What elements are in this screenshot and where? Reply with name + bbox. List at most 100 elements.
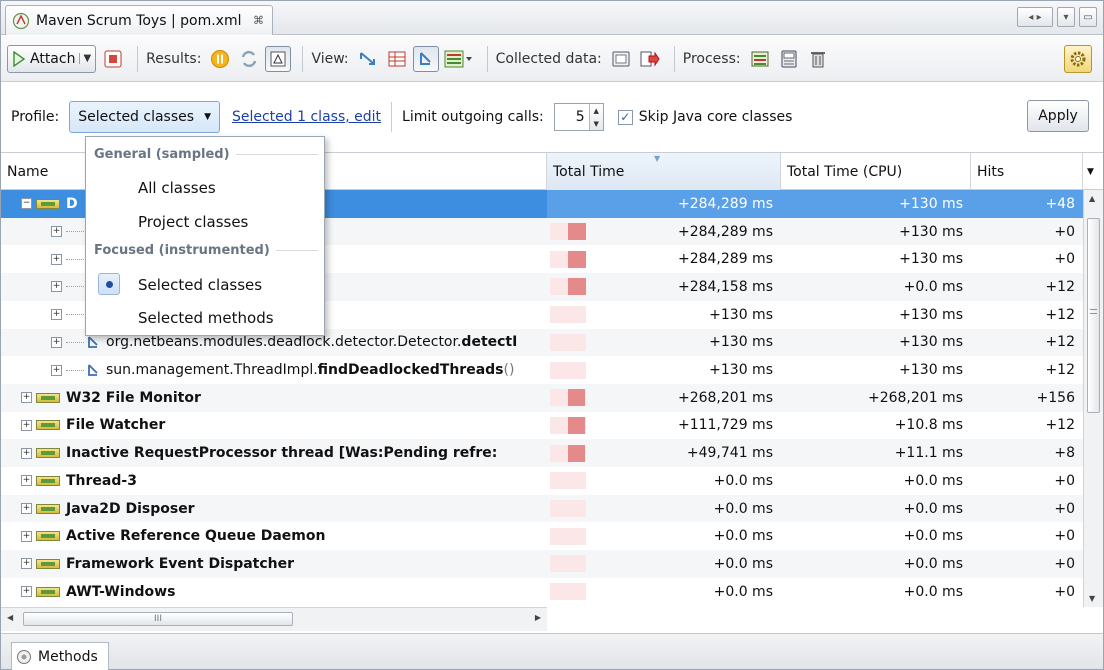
expand-icon[interactable]: + bbox=[51, 309, 62, 321]
hits-cell: +12 bbox=[1045, 278, 1075, 295]
apply-button[interactable]: Apply bbox=[1027, 100, 1089, 132]
tab-list-button[interactable]: ▾ bbox=[1057, 7, 1075, 27]
thread-icon bbox=[36, 420, 60, 431]
expand-icon[interactable]: + bbox=[51, 336, 62, 348]
maximize-button[interactable]: ▭ bbox=[1079, 7, 1097, 27]
delete-icon[interactable] bbox=[805, 46, 831, 72]
combined-icon[interactable] bbox=[412, 45, 439, 72]
total-time-cell: +0.0 ms bbox=[713, 472, 773, 489]
thread-row[interactable]: + AWT-Windows +0.0 ms +0.0 ms +0 bbox=[1, 578, 1083, 606]
thread-name: File Watcher bbox=[66, 417, 166, 434]
thread-row[interactable]: + Framework Event Dispatcher +0.0 ms +0.0 m… bbox=[1, 550, 1083, 578]
scroll-left-icon[interactable]: ◀ bbox=[7, 613, 13, 622]
expand-icon[interactable]: + bbox=[21, 419, 32, 431]
method-row[interactable]: + sun.management.ThreadImpl. findDeadlocke… bbox=[1, 356, 1083, 384]
limit-outgoing-spinner[interactable]: 5 ▲ ▼ bbox=[553, 103, 604, 131]
total-time-cell: +130 ms bbox=[709, 334, 773, 351]
profile-mode-combobox[interactable]: Selected classes ▼ bbox=[69, 101, 220, 133]
methods-tab-icon bbox=[17, 649, 31, 664]
skip-java-core-checkbox[interactable]: ✓ bbox=[617, 109, 633, 125]
column-header-hits[interactable]: Hits bbox=[971, 153, 1083, 190]
thread-row[interactable]: + Inactive RequestProcessor thread [Was:P… bbox=[1, 439, 1083, 467]
scroll-grip-mark: III bbox=[154, 614, 162, 624]
expand-icon[interactable]: + bbox=[21, 503, 32, 515]
collapse-icon[interactable]: − bbox=[21, 198, 32, 210]
edit-selection-link[interactable]: Selected 1 class, edit bbox=[232, 109, 381, 125]
spinner-down-icon[interactable]: ▼ bbox=[590, 117, 603, 130]
thread-row[interactable]: + Java2D Disposer +0.0 ms +0.0 ms +0 bbox=[1, 494, 1083, 523]
scroll-down-icon[interactable]: ▼ bbox=[1089, 594, 1095, 603]
expand-icon[interactable]: + bbox=[21, 530, 32, 542]
cpu-time-cell: +130 ms bbox=[899, 306, 963, 323]
column-chooser-icon[interactable]: ▼ bbox=[1083, 153, 1103, 190]
cpu-time-cell: +11.1 ms bbox=[894, 445, 963, 462]
limit-outgoing-label: Limit outgoing calls: bbox=[402, 109, 544, 125]
snapshot-icon[interactable] bbox=[265, 45, 292, 72]
spinner-arrows[interactable]: ▲ ▼ bbox=[588, 104, 603, 130]
expand-icon[interactable]: + bbox=[21, 558, 32, 570]
cpu-time-cell: +130 ms bbox=[899, 223, 963, 240]
expand-icon[interactable]: + bbox=[21, 586, 32, 598]
name-cell: + AWT-Windows bbox=[1, 578, 546, 606]
thread-row[interactable]: + Thread-3 +0.0 ms +0.0 ms +0 bbox=[1, 467, 1083, 495]
scroll-right-icon[interactable]: ▶ bbox=[535, 613, 541, 622]
attach-icon bbox=[13, 50, 26, 67]
thread-row[interactable]: + W32 File Monitor +268,201 ms +268,201 ms +… bbox=[1, 383, 1083, 412]
column-header-total-time[interactable]: ▼ Total Time bbox=[547, 153, 781, 190]
expand-icon[interactable]: + bbox=[21, 392, 32, 404]
hits-cell: +0 bbox=[1054, 583, 1075, 600]
expand-icon[interactable]: + bbox=[51, 281, 62, 293]
column-header-total-cpu[interactable]: Total Time (CPU) bbox=[781, 153, 971, 190]
name-cell: + Inactive RequestProcessor thread [Was:P… bbox=[1, 439, 546, 467]
bottom-tab-bar: Methods bbox=[1, 633, 1103, 670]
popup-group-general-label: General (sampled) bbox=[94, 147, 230, 162]
thread-icon bbox=[36, 503, 60, 514]
options-separator bbox=[391, 102, 393, 132]
cpu-time-cell: +0.0 ms bbox=[903, 472, 963, 489]
horizontal-scroll-thumb[interactable]: III bbox=[23, 612, 293, 626]
details-icon[interactable] bbox=[442, 46, 476, 72]
popup-item-project-classes[interactable]: Project classes bbox=[138, 213, 248, 231]
thread-row[interactable]: + File Watcher +111,729 ms +10.8 ms +12 bbox=[1, 412, 1083, 440]
cpu-time-cell: +0.0 ms bbox=[903, 500, 963, 517]
threads-icon[interactable] bbox=[747, 46, 773, 72]
expand-icon[interactable]: + bbox=[51, 253, 62, 265]
thread-icon bbox=[36, 475, 60, 486]
scroll-tabs-button[interactable]: ◂ ▸ bbox=[1017, 7, 1053, 27]
limit-outgoing-value: 5 bbox=[575, 109, 585, 125]
popup-item-selected-methods[interactable]: Selected methods bbox=[138, 309, 274, 327]
close-tab-icon[interactable]: ⌘ bbox=[253, 14, 264, 27]
document-tab-title: Maven Scrum Toys | pom.xml bbox=[36, 12, 242, 29]
settings-icon[interactable] bbox=[1064, 44, 1092, 73]
popup-item-selected-classes[interactable]: Selected classes bbox=[138, 276, 262, 294]
attach-button[interactable]: Attach ▼ bbox=[7, 44, 97, 73]
document-tab[interactable]: Maven Scrum Toys | pom.xml ⌘ bbox=[5, 5, 273, 35]
vertical-scrollbar[interactable]: ▲ ▼ bbox=[1083, 190, 1103, 607]
snapshot-collect-icon[interactable] bbox=[608, 46, 634, 72]
collected-data-label: Collected data: bbox=[495, 50, 602, 67]
scroll-up-icon[interactable]: ▲ bbox=[1089, 194, 1095, 203]
attach-dropdown-icon[interactable]: ▼ bbox=[79, 53, 91, 64]
hot-spots-icon[interactable] bbox=[384, 46, 410, 72]
expand-icon[interactable]: + bbox=[21, 447, 32, 459]
export-icon[interactable] bbox=[637, 46, 663, 72]
methods-tab[interactable]: Methods bbox=[11, 642, 109, 670]
horizontal-scrollbar[interactable]: ◀ III ▶ bbox=[1, 607, 547, 631]
spinner-up-icon[interactable]: ▲ bbox=[590, 104, 603, 117]
expand-icon[interactable]: + bbox=[51, 364, 62, 376]
refresh-icon[interactable] bbox=[236, 46, 262, 72]
vertical-scroll-thumb[interactable] bbox=[1087, 218, 1100, 413]
stop-icon[interactable] bbox=[100, 46, 126, 72]
pause-icon[interactable] bbox=[207, 46, 233, 72]
popup-group-focused: Focused (instrumented) bbox=[94, 243, 318, 258]
thread-row[interactable]: + Active Reference Queue Daemon +0.0 ms +0.… bbox=[1, 522, 1083, 550]
gc-icon[interactable] bbox=[776, 46, 802, 72]
expand-icon[interactable]: + bbox=[51, 226, 62, 238]
thread-name: Framework Event Dispatcher bbox=[66, 555, 295, 572]
hits-cell: +12 bbox=[1045, 334, 1075, 351]
expand-icon[interactable]: + bbox=[21, 475, 32, 487]
call-tree-icon[interactable] bbox=[355, 46, 381, 72]
results-label: Results: bbox=[146, 50, 202, 67]
hits-cell: +0 bbox=[1054, 528, 1075, 545]
popup-item-all-classes[interactable]: All classes bbox=[138, 179, 216, 197]
